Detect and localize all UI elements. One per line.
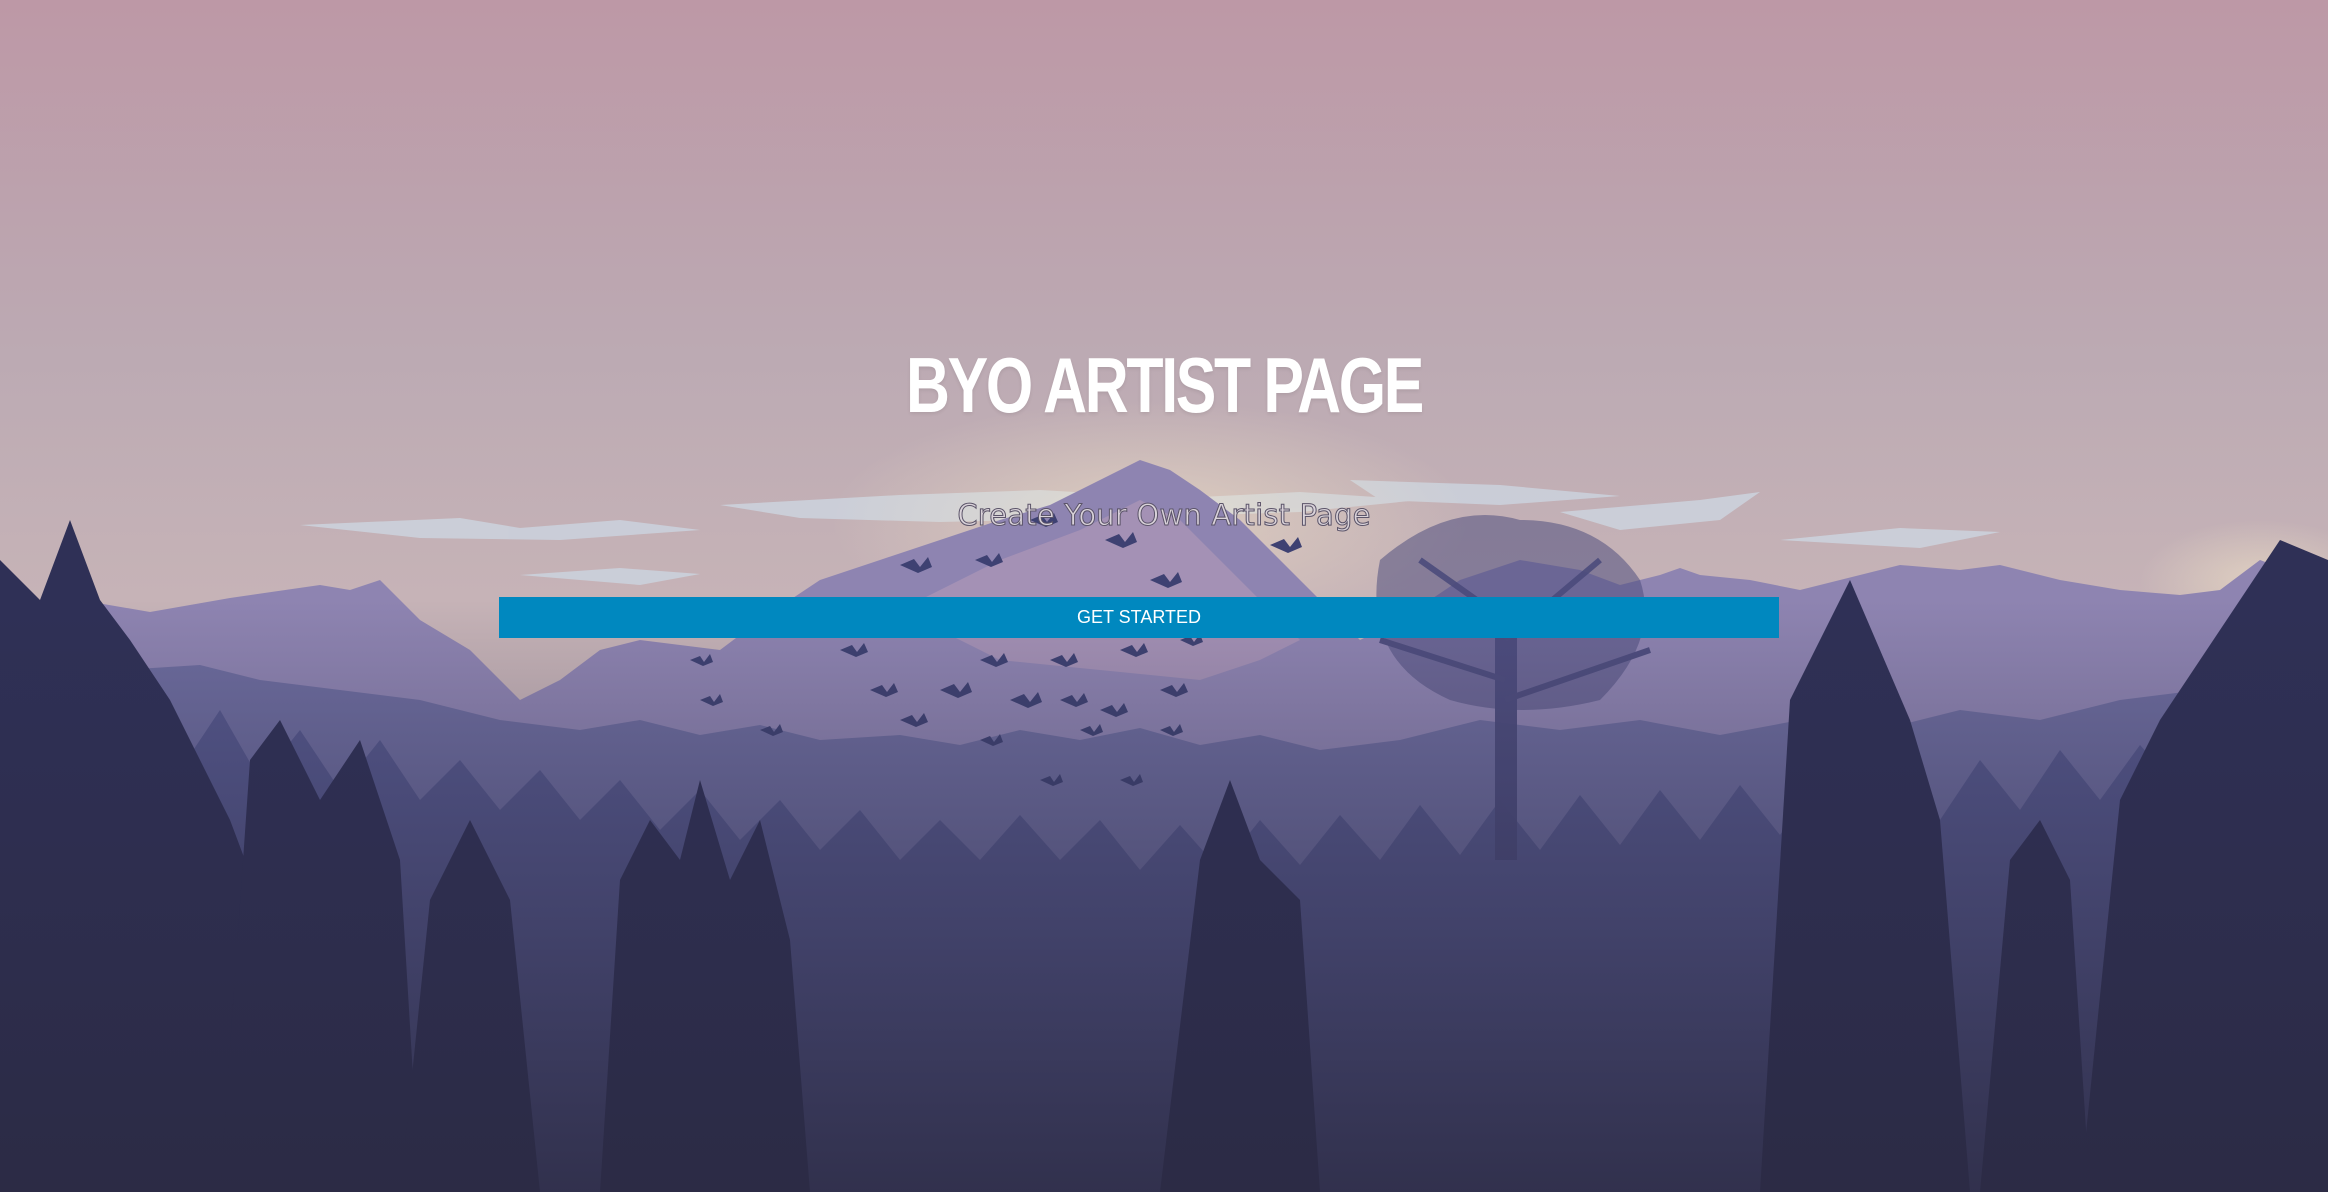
page-title: BYO ARTIST PAGE <box>906 341 1424 429</box>
get-started-button[interactable]: GET STARTED <box>499 597 1779 638</box>
hero-content: BYO ARTIST PAGE Create Your Own Artist P… <box>0 0 2328 1192</box>
hero-section: BYO ARTIST PAGE Create Your Own Artist P… <box>0 0 2328 1192</box>
page-subtitle: Create Your Own Artist Page <box>957 498 1371 533</box>
